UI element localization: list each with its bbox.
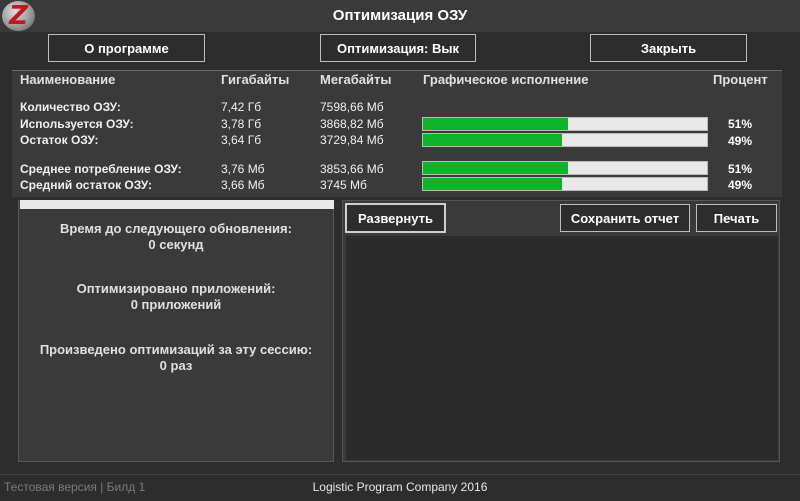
used-ram-percent: 51% (728, 117, 753, 131)
avg-free-gb: 3,66 Мб (221, 178, 265, 192)
avg-usage-mb: 3853,66 Мб (320, 162, 384, 176)
about-button[interactable]: О программе (48, 34, 205, 62)
used-ram-label: Используется ОЗУ: (20, 117, 134, 131)
session-optimizations-value: 0 раз (159, 358, 193, 373)
company-text: Logistic Program Company 2016 (312, 480, 488, 494)
avg-usage-gb: 3,76 Мб (221, 162, 265, 176)
avg-free-percent: 49% (728, 178, 753, 192)
session-optimizations-label: Произведено оптимизаций за эту сессию: (39, 342, 313, 357)
avg-usage-label: Среднее потребление ОЗУ: (20, 162, 182, 176)
header-name: Наименование (20, 72, 116, 87)
avg-free-bar-fill (423, 178, 563, 190)
log-output-area[interactable] (346, 236, 778, 460)
free-ram-bar-fill (423, 134, 563, 146)
optimized-apps-value: 0 приложений (130, 297, 222, 312)
total-ram-gb: 7,42 Гб (221, 100, 262, 114)
next-update-label: Время до следующего обновления: (60, 221, 292, 236)
window-title: Оптимизация ОЗУ (332, 7, 468, 24)
avg-usage-bar-fill (423, 162, 568, 174)
header-graphic: Графическое исполнение (423, 72, 589, 87)
free-ram-percent: 49% (728, 134, 753, 148)
header-megabytes: Мегабайты (320, 72, 392, 87)
free-ram-gb: 3,64 Гб (221, 133, 262, 147)
used-ram-mb: 3868,82 Мб (320, 117, 384, 131)
expand-button[interactable]: Развернуть (345, 203, 446, 233)
used-ram-bar-fill (423, 118, 568, 130)
close-button[interactable]: Закрыть (590, 34, 747, 62)
avg-free-label: Средний остаток ОЗУ: (20, 178, 152, 192)
next-update-value: 0 секунд (148, 237, 204, 252)
used-ram-bar (422, 117, 708, 131)
update-progress-bar (20, 200, 334, 209)
avg-free-mb: 3745 Мб (320, 178, 367, 192)
used-ram-gb: 3,78 Гб (221, 117, 262, 131)
header-gigabytes: Гигабайты (221, 72, 290, 87)
avg-usage-percent: 51% (728, 162, 753, 176)
free-ram-bar (422, 133, 708, 147)
optimized-apps-label: Оптимизировано приложений: (76, 281, 276, 296)
free-ram-label: Остаток ОЗУ: (20, 133, 99, 147)
free-ram-mb: 3729,84 Мб (320, 133, 384, 147)
title-bar: Z Оптимизация ОЗУ (0, 0, 800, 32)
save-report-button[interactable]: Сохранить отчет (560, 204, 690, 232)
avg-usage-bar (422, 161, 708, 175)
header-percent: Процент (713, 72, 768, 87)
total-ram-label: Количество ОЗУ: (20, 100, 121, 114)
print-button[interactable]: Печать (696, 204, 777, 232)
optimize-toggle-button[interactable]: Оптимизация: Вык (320, 34, 476, 62)
avg-free-bar (422, 177, 708, 191)
total-ram-mb: 7598,66 Мб (320, 100, 384, 114)
